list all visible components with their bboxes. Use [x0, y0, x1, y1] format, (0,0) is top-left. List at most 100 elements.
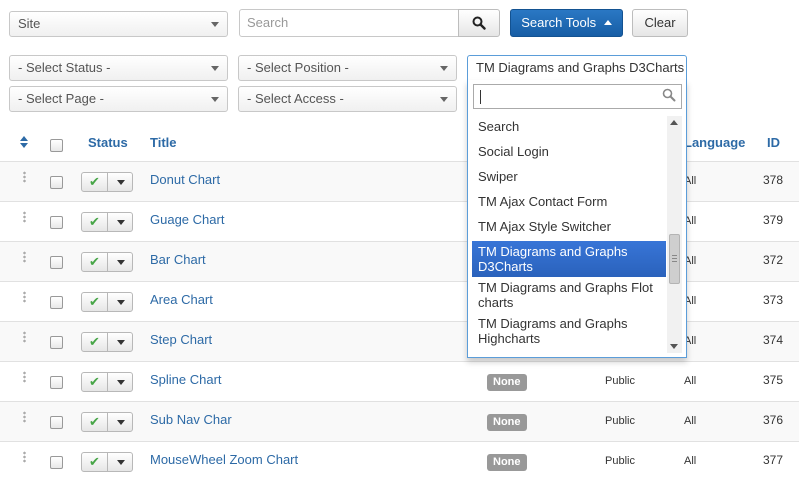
row-checkbox[interactable] [50, 456, 63, 469]
column-header-language[interactable]: Language [684, 134, 745, 152]
dropdown-option[interactable]: TM Ajax Contact Form [472, 191, 666, 216]
scroll-down-icon[interactable] [670, 344, 678, 349]
clear-label: Clear [644, 15, 676, 30]
clear-button[interactable]: Clear [632, 9, 688, 37]
id-cell: 374 [763, 333, 784, 347]
column-header-id[interactable]: ID [767, 134, 780, 152]
id-cell: 376 [763, 413, 784, 427]
status-actions-button[interactable] [107, 172, 133, 192]
row-checkbox[interactable] [50, 296, 63, 309]
chevron-down-icon [440, 97, 448, 102]
row-checkbox[interactable] [50, 176, 63, 189]
published-check-icon[interactable]: ✔ [81, 252, 108, 272]
dropdown-option[interactable]: TM Ajax Style Switcher [472, 216, 666, 241]
status-actions-button[interactable] [107, 412, 133, 432]
chevron-down-icon [117, 260, 125, 265]
scroll-up-icon[interactable] [670, 120, 678, 125]
language-cell: All [684, 375, 697, 387]
status-actions-button[interactable] [107, 372, 133, 392]
chevron-down-icon [117, 340, 125, 345]
published-check-icon[interactable]: ✔ [81, 412, 108, 432]
drag-handle-icon[interactable] [23, 411, 26, 423]
status-actions-button[interactable] [107, 452, 133, 472]
dropdown-option-list: Search Social Login Swiper TM Ajax Contact … [472, 116, 666, 349]
drag-handle-icon[interactable] [23, 251, 26, 263]
published-check-icon[interactable]: ✔ [81, 212, 108, 232]
access-cell: Public [605, 415, 635, 427]
dropdown-search-input[interactable] [473, 84, 682, 109]
drag-handle-icon[interactable] [23, 171, 26, 183]
type-select-value: TM Diagrams and Graphs D3Charts [476, 60, 685, 75]
status-select[interactable]: - Select Status - [9, 55, 228, 81]
published-check-icon[interactable]: ✔ [81, 372, 108, 392]
search-input[interactable]: Search [239, 9, 459, 37]
dropdown-option[interactable]: TM Diagrams and Graphs Flot charts [472, 277, 666, 313]
module-title-link[interactable]: MouseWheel Zoom Chart [150, 452, 298, 467]
pages-badge: None [487, 374, 527, 391]
language-cell: All [684, 415, 697, 427]
id-cell: 378 [763, 173, 784, 187]
search-button[interactable] [458, 9, 500, 37]
column-header-status[interactable]: Status [88, 134, 128, 152]
scrollbar-thumb[interactable] [669, 234, 680, 284]
dropdown-option[interactable]: Social Login [472, 141, 666, 166]
row-checkbox[interactable] [50, 416, 63, 429]
row-checkbox[interactable] [50, 376, 63, 389]
pages-badge: None [487, 414, 527, 431]
module-title-link[interactable]: Donut Chart [150, 172, 220, 187]
module-title-link[interactable]: Bar Chart [150, 252, 206, 267]
published-check-icon[interactable]: ✔ [81, 452, 108, 472]
client-select-value: Site [18, 16, 41, 31]
module-title-link[interactable]: Sub Nav Char [150, 412, 232, 427]
row-checkbox[interactable] [50, 336, 63, 349]
page-select[interactable]: - Select Page - [9, 86, 228, 112]
table-row: ✔ MouseWheel Zoom Chart None Public All 377 [0, 441, 799, 481]
chevron-down-icon [117, 180, 125, 185]
id-cell: 379 [763, 213, 784, 227]
module-title-link[interactable]: Guage Chart [150, 212, 224, 227]
drag-handle-icon[interactable] [23, 451, 26, 463]
row-checkbox[interactable] [50, 216, 63, 229]
module-title-link[interactable]: Step Chart [150, 332, 212, 347]
id-cell: 375 [763, 373, 784, 387]
dropdown-option[interactable]: Search [472, 116, 666, 141]
pages-badge: None [487, 454, 527, 471]
drag-handle-icon[interactable] [23, 211, 26, 223]
dropdown-option[interactable]: TM Diagrams and Graphs D3Charts [472, 241, 666, 277]
published-check-icon[interactable]: ✔ [81, 332, 108, 352]
row-checkbox[interactable] [50, 256, 63, 269]
column-header-title[interactable]: Title [150, 134, 177, 152]
type-select[interactable]: TM Diagrams and Graphs D3Charts [467, 55, 687, 81]
dropdown-scrollbar[interactable] [667, 116, 682, 353]
id-cell: 373 [763, 293, 784, 307]
search-placeholder: Search [247, 15, 289, 30]
position-select[interactable]: - Select Position - [238, 55, 457, 81]
table-row: ✔ Sub Nav Char None Public All 376 [0, 401, 799, 441]
search-tools-button[interactable]: Search Tools [510, 9, 623, 37]
status-actions-button[interactable] [107, 212, 133, 232]
status-actions-button[interactable] [107, 332, 133, 352]
language-cell: All [684, 455, 697, 467]
chevron-down-icon [211, 22, 219, 27]
dropdown-option[interactable]: Swiper [472, 166, 666, 191]
chevron-down-icon [440, 66, 448, 71]
drag-handle-icon[interactable] [23, 371, 26, 383]
access-select[interactable]: - Select Access - [238, 86, 457, 112]
module-title-link[interactable]: Spline Chart [150, 372, 222, 387]
status-actions-button[interactable] [107, 252, 133, 272]
status-actions-button[interactable] [107, 292, 133, 312]
dropdown-option[interactable]: TM Diagrams and Graphs Highcharts [472, 313, 666, 349]
access-select-value: - Select Access - [247, 91, 344, 106]
caret-up-icon [603, 20, 612, 26]
drag-handle-icon[interactable] [23, 331, 26, 343]
client-select[interactable]: Site [9, 11, 228, 37]
type-dropdown-panel: Search Social Login Swiper TM Ajax Contact … [467, 80, 687, 358]
chevron-down-icon [117, 220, 125, 225]
drag-handle-icon[interactable] [23, 291, 26, 303]
sort-ordering-icon[interactable] [19, 136, 29, 150]
published-check-icon[interactable]: ✔ [81, 172, 108, 192]
chevron-down-icon [117, 300, 125, 305]
module-title-link[interactable]: Area Chart [150, 292, 213, 307]
select-all-checkbox[interactable] [50, 139, 63, 152]
published-check-icon[interactable]: ✔ [81, 292, 108, 312]
